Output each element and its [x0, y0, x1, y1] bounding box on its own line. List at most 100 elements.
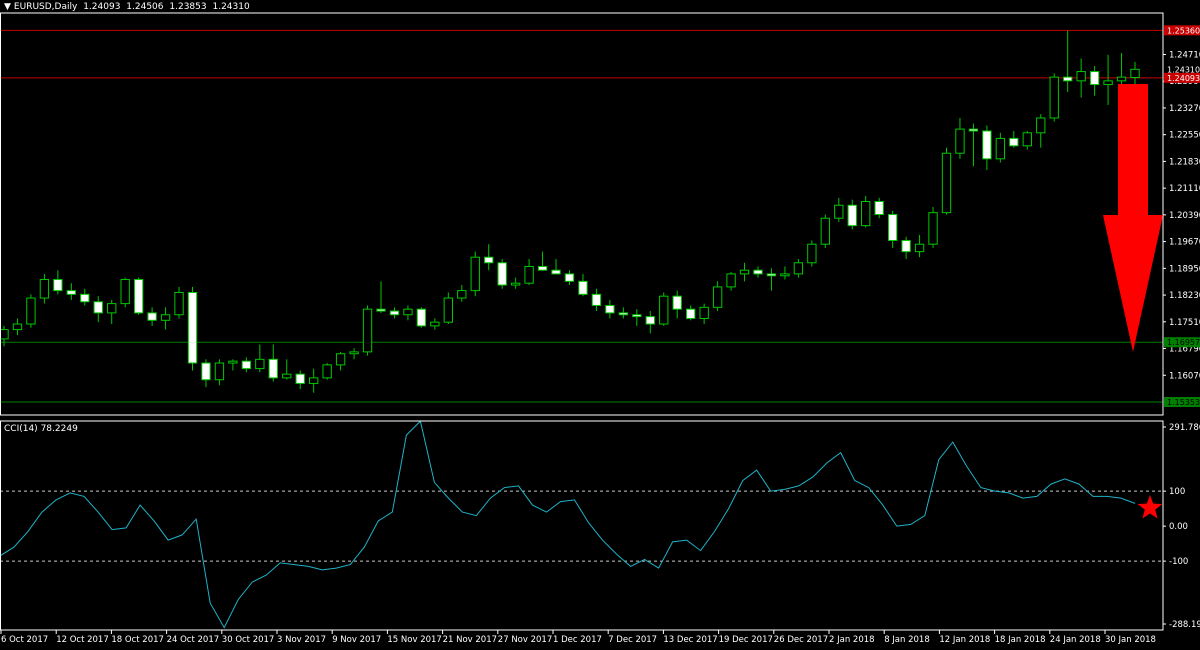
date-tick-label: 18 Jan 2018	[995, 635, 1046, 645]
candle-body	[606, 305, 614, 312]
candle-body	[525, 266, 533, 283]
candle-body	[713, 287, 721, 307]
candle-body	[808, 244, 816, 263]
date-tick-label: 15 Nov 2017	[387, 635, 441, 645]
date-tick-label: 30 Jan 2018	[1105, 635, 1156, 645]
candle-body	[417, 309, 425, 326]
candle-body	[888, 215, 896, 241]
date-tick-label: 8 Jan 2018	[884, 635, 930, 645]
date-tick-label: 6 Oct 2017	[1, 635, 48, 645]
candle-body	[485, 257, 493, 263]
candle-body	[835, 205, 843, 218]
date-tick-label: 26 Dec 2017	[774, 635, 828, 645]
candle-body	[27, 298, 35, 324]
candle-body	[700, 307, 708, 318]
candle-body	[579, 281, 587, 294]
candle-body	[862, 202, 870, 226]
candle-body	[94, 302, 102, 313]
candle-body	[13, 324, 21, 330]
candle-body	[1117, 77, 1125, 81]
chart-canvas[interactable]: 1.247101.239901.232701.225501.218301.211…	[0, 0, 1200, 647]
candle-body	[956, 129, 964, 153]
cci-tick-label: 100	[1169, 487, 1185, 497]
candle-body	[996, 138, 1004, 158]
date-tick-label: 12 Jan 2018	[939, 635, 990, 645]
candle-body	[0, 330, 8, 339]
candle-body	[390, 311, 398, 315]
candle-body	[740, 270, 748, 274]
candle-body	[1023, 133, 1031, 146]
low-value: 1.23853	[169, 2, 206, 12]
price-tick-label: 1.18230	[1169, 291, 1200, 301]
cci-value: 78.2249	[41, 424, 78, 434]
symbol-label: EURUSD,Daily	[14, 2, 77, 12]
candle-body	[565, 274, 573, 281]
price-tick-label: 1.21110	[1169, 184, 1200, 194]
candle-body	[1064, 77, 1072, 81]
candle-body	[1037, 118, 1045, 133]
candle-body	[727, 274, 735, 287]
cci-name: CCI(14)	[4, 424, 38, 434]
date-tick-label: 18 Oct 2017	[111, 635, 164, 645]
candle-body	[902, 240, 910, 251]
date-tick-label: 30 Oct 2017	[222, 635, 275, 645]
candle	[363, 305, 371, 355]
candle-body	[1050, 77, 1058, 118]
date-tick-label: 27 Nov 2017	[498, 635, 552, 645]
candle-body	[431, 322, 439, 326]
candle-body	[633, 315, 641, 317]
candle-body	[310, 378, 318, 384]
candle-body	[404, 309, 412, 315]
candle-body	[767, 274, 775, 276]
candle	[660, 292, 668, 325]
candle-body	[875, 202, 883, 215]
candle-body	[350, 352, 358, 354]
candle-body	[1010, 138, 1018, 145]
cci-title: CCI(14) 78.2249	[4, 424, 78, 434]
candle-body	[202, 363, 210, 380]
candle	[808, 240, 816, 266]
price-tick-label: 1.21830	[1169, 157, 1200, 167]
menu-triangle-icon[interactable]: ▼	[4, 2, 11, 12]
candle-body	[175, 292, 183, 314]
price-tag-label: 1.15353	[1167, 398, 1200, 407]
price-tag-label: 1.16957	[1167, 338, 1200, 347]
cci-tick-label: -288.191	[1169, 620, 1200, 630]
candle-body	[538, 266, 546, 270]
candle-body	[619, 313, 627, 315]
chart-root[interactable]: 1.247101.239901.232701.225501.218301.211…	[0, 0, 1200, 647]
candle-body	[296, 374, 304, 383]
candle-body	[54, 279, 62, 290]
candle-body	[646, 317, 654, 324]
date-tick-label: 12 Oct 2017	[56, 635, 109, 645]
cci-tick-label: 291.7862	[1169, 423, 1200, 433]
candle-body	[592, 294, 600, 305]
candle-body	[336, 354, 344, 365]
candle-body	[942, 153, 950, 212]
candle-body	[121, 279, 129, 303]
candle-body	[471, 257, 479, 290]
candle-body	[444, 298, 452, 322]
date-tick-label: 13 Dec 2017	[663, 635, 717, 645]
candle-body	[929, 213, 937, 245]
candle-body	[134, 279, 142, 312]
candle-body	[108, 304, 116, 313]
price-tick-label: 1.20390	[1169, 211, 1200, 221]
candle-body	[794, 263, 802, 274]
candle-body	[269, 359, 277, 378]
open-value: 1.24093	[83, 2, 120, 12]
cci-tick-label: 0.00	[1169, 522, 1188, 532]
candle-body	[458, 291, 466, 298]
candle-body	[848, 205, 856, 225]
candle	[471, 252, 479, 297]
date-tick-label: 2 Jan 2018	[829, 635, 875, 645]
candle-body	[148, 313, 156, 320]
cci-tick-label: -100	[1169, 557, 1188, 567]
candle	[942, 148, 950, 215]
candle-body	[983, 131, 991, 159]
date-tick-label: 1 Dec 2017	[553, 635, 602, 645]
candle	[27, 294, 35, 327]
candle-body	[754, 270, 762, 274]
price-tick-label: 1.23270	[1169, 104, 1200, 114]
candle	[498, 259, 506, 289]
